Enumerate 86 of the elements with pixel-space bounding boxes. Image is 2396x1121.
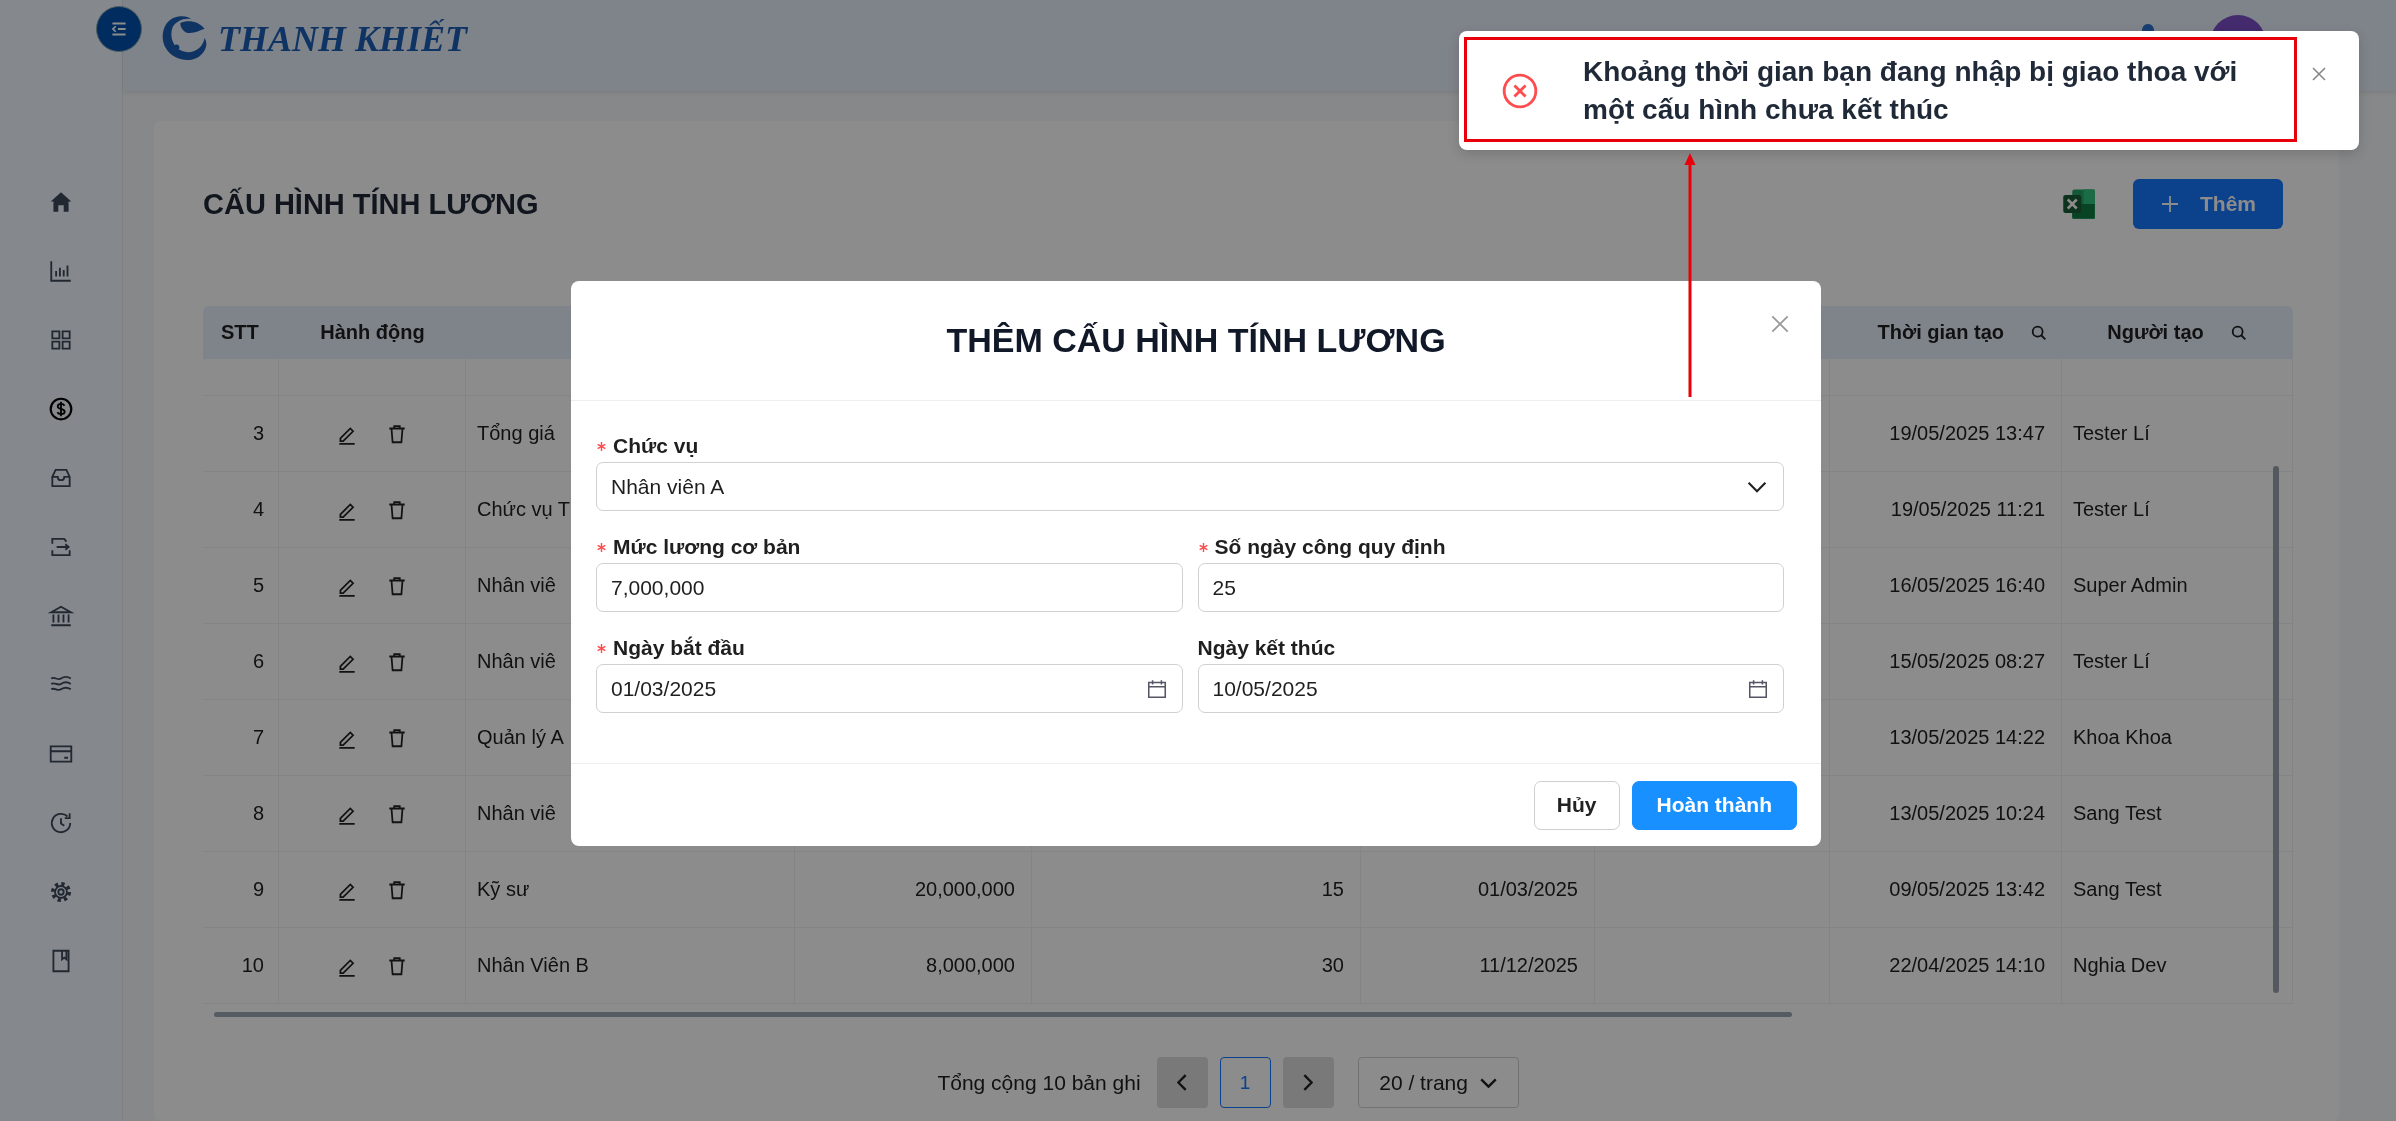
field-label: Ngày bắt đầu — [613, 636, 745, 660]
calendar-icon — [1747, 677, 1769, 700]
search-icon[interactable] — [2030, 323, 2048, 342]
table-cell: Nhân viê — [477, 574, 556, 597]
field-label: Chức vụ — [613, 434, 699, 458]
table-cell: 4 — [252, 498, 264, 521]
chevron-right-icon — [1303, 1074, 1314, 1091]
table-cell: 30 — [1321, 954, 1344, 977]
table-cell: 01/03/2025 — [1477, 878, 1578, 901]
table-cell: Super Admin — [2073, 574, 2188, 597]
table-cell: Tester Lí — [2073, 422, 2150, 445]
scrollbar[interactable] — [214, 1012, 1792, 1017]
table-cell: Sang Test — [2073, 802, 2162, 825]
table-cell: Nhân Viên B — [477, 954, 589, 977]
dollar-icon[interactable] — [48, 396, 74, 422]
spreadsheet-icon[interactable] — [2061, 186, 2097, 222]
search-icon[interactable] — [2229, 323, 2248, 342]
field-label: Số ngày công quy định — [1214, 535, 1446, 559]
table-cell: 20,000,000 — [914, 878, 1015, 901]
table-cell: 19/05/2025 11:21 — [1890, 498, 2045, 521]
scrollbar[interactable] — [2273, 466, 2279, 993]
table-cell: Sang Test — [2073, 878, 2162, 901]
field-label: Ngày kết thúc — [1197, 636, 1336, 660]
table-cell: Tổng giá — [477, 422, 555, 445]
table-cell: 8 — [252, 802, 264, 825]
delete-icon[interactable] — [386, 802, 408, 825]
modal-title: THÊM CẤU HÌNH TÍNH LƯƠNG — [946, 321, 1446, 360]
delete-icon[interactable] — [386, 954, 408, 977]
table-cell: 5 — [252, 574, 264, 597]
delete-icon[interactable] — [386, 422, 408, 445]
close-icon[interactable] — [1769, 313, 1791, 335]
table-cell: 8,000,000 — [926, 954, 1015, 977]
table-cell: 6 — [252, 650, 264, 673]
page-title: CẤU HÌNH TÍNH LƯƠNG — [203, 187, 539, 221]
table-cell: Kỹ sư — [477, 878, 530, 901]
bar-chart-icon[interactable] — [48, 258, 74, 284]
history-icon[interactable] — [48, 810, 74, 836]
error-icon — [1501, 71, 1539, 110]
total-count: Tổng cộng 10 bản ghi — [937, 1070, 1141, 1095]
date-field[interactable]: 10/05/2025 — [1197, 664, 1784, 713]
calendar-icon — [1145, 677, 1168, 700]
table-cell: Khoa Khoa — [2073, 726, 2172, 749]
select-field[interactable]: Nhân viên A — [596, 462, 1784, 511]
delete-icon[interactable] — [386, 650, 408, 673]
table-cell: Nhân viê — [477, 802, 556, 825]
chevron-down-icon — [1479, 1077, 1497, 1088]
table-cell: 10 — [241, 954, 264, 977]
table-cell: 16/05/2025 16:40 — [1889, 574, 2045, 597]
table-cell: Chức vụ T — [477, 498, 571, 521]
notification-message: Khoảng thời gian bạn đang nhập bị giao thoa với một cấu hình chưa kết thúc — [1583, 54, 2239, 127]
table-cell: 15 — [1321, 878, 1344, 901]
table-cell: 22/04/2025 14:10 — [1889, 954, 2045, 977]
table-cell: Tester Lí — [2073, 650, 2150, 673]
input-field[interactable]: 25 — [1197, 563, 1784, 612]
delete-icon[interactable] — [386, 878, 408, 901]
table-cell: 19/05/2025 13:47 — [1889, 422, 2045, 445]
bank-icon[interactable] — [48, 603, 74, 629]
table-cell: 9 — [252, 878, 264, 901]
delete-icon[interactable] — [386, 726, 408, 749]
table-cell: Quản lý A — [477, 726, 564, 749]
table-cell: 13/05/2025 14:22 — [1889, 726, 2045, 749]
table-cell: 13/05/2025 10:24 — [1889, 802, 2045, 825]
input-field[interactable]: 7,000,000 — [596, 563, 1183, 612]
plus-icon — [2160, 194, 2180, 214]
chevron-left-icon — [1177, 1074, 1188, 1091]
table-cell: 15/05/2025 08:27 — [1889, 650, 2045, 673]
cancel-button[interactable]: Hủy — [1533, 780, 1620, 830]
column-header: Thời gian tạo — [1877, 321, 2004, 344]
grid-icon[interactable] — [48, 327, 74, 353]
table-cell: Nhân viê — [477, 650, 556, 673]
table-cell: 3 — [252, 422, 264, 445]
date-field[interactable]: 01/03/2025 — [596, 664, 1183, 713]
column-header: Hành động — [320, 321, 425, 344]
delete-icon[interactable] — [386, 498, 408, 521]
table-cell: Nghia Dev — [2073, 954, 2167, 977]
settings-icon[interactable] — [48, 879, 74, 905]
column-header: Người tạo — [2107, 321, 2204, 344]
table-cell: 7 — [252, 726, 264, 749]
table-cell: 11/12/2025 — [1479, 954, 1578, 977]
page-size-select[interactable]: 20 / trang — [1357, 1057, 1519, 1108]
table-cell: Tester Lí — [2073, 498, 2150, 521]
logo-text: THANH KHIẾT — [218, 18, 468, 60]
table-cell: 09/05/2025 13:42 — [1889, 878, 2045, 901]
field-label: Mức lương cơ bản — [613, 535, 801, 559]
column-header: STT — [221, 321, 259, 344]
delete-icon[interactable] — [386, 574, 408, 597]
